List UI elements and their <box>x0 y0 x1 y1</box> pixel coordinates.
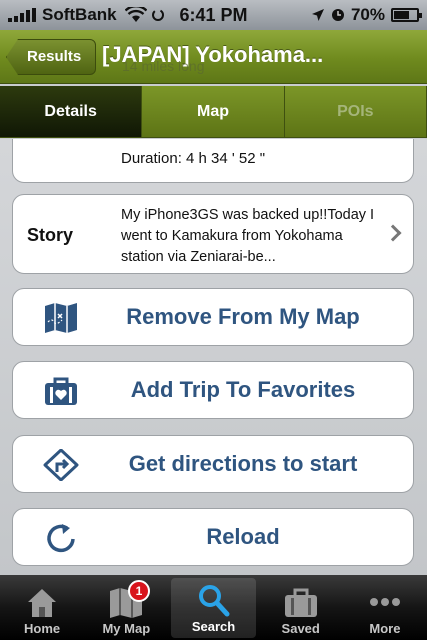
wifi-icon <box>124 7 147 22</box>
magnifier-icon <box>198 585 229 617</box>
signal-strength-icon <box>8 8 36 22</box>
tabbar-item-home[interactable]: Home <box>0 575 84 640</box>
story-row[interactable]: Story My iPhone3GS was backed up!!Today … <box>12 194 414 274</box>
house-icon <box>28 589 57 617</box>
status-bar: SoftBank 6:41 PM 70% <box>0 0 427 30</box>
remove-from-my-map-label: Remove From My Map <box>126 304 360 329</box>
segmented-tabs: Details Map POIs <box>0 86 427 138</box>
tabbar-search-label: Search <box>191 619 236 634</box>
tab-pois[interactable]: POIs <box>284 86 427 137</box>
bottom-tab-bar: Home 1 My Map Search Saved More <box>0 575 427 640</box>
results-back-button[interactable]: Results <box>6 39 97 75</box>
directions-sign-icon <box>43 449 79 481</box>
tabbar-item-my-map[interactable]: 1 My Map <box>84 575 168 640</box>
location-arrow-icon <box>311 9 324 21</box>
details-content[interactable]: Duration: 4 h 34 ' 52 " Story My iPhone3… <box>0 139 427 575</box>
reload-icon <box>47 524 75 553</box>
remove-from-my-map-button[interactable]: Remove From My Map <box>12 288 414 346</box>
add-trip-to-favorites-button[interactable]: Add Trip To Favorites <box>12 361 414 419</box>
obscured-distance-text: 14 miles long <box>122 58 205 74</box>
folded-map-icon <box>45 303 77 333</box>
tabbar-more-label: More <box>369 621 401 636</box>
briefcase-heart-icon <box>45 377 77 405</box>
tabbar-my-map-label: My Map <box>102 621 151 636</box>
tab-map[interactable]: Map <box>142 86 285 137</box>
reload-label: Reload <box>206 524 280 549</box>
more-dots-icon <box>369 598 400 606</box>
my-map-badge: 1 <box>127 580 150 602</box>
get-directions-button[interactable]: Get directions to start <box>12 435 414 493</box>
duration-card: Duration: 4 h 34 ' 52 " <box>12 139 414 183</box>
tabbar-item-saved[interactable]: Saved <box>259 575 343 640</box>
add-trip-to-favorites-label: Add Trip To Favorites <box>130 377 356 402</box>
briefcase-icon <box>284 588 317 617</box>
battery-icon <box>391 8 422 22</box>
get-directions-label: Get directions to start <box>128 451 358 476</box>
tabbar-item-search[interactable]: Search <box>171 578 256 638</box>
sync-icon <box>151 9 164 21</box>
navigation-bar: Results [JAPAN] Yokohama... <box>0 30 427 84</box>
battery-percent: 70% <box>350 5 385 24</box>
alarm-clock-icon <box>331 9 344 21</box>
story-label: Story <box>27 225 74 245</box>
reload-button[interactable]: Reload <box>12 508 414 566</box>
battery-fill <box>394 11 410 19</box>
duration-value: Duration: 4 h 34 ' 52 " <box>121 150 266 167</box>
chevron-right-icon <box>384 224 402 242</box>
tabbar-home-label: Home <box>24 621 61 636</box>
tab-details[interactable]: Details <box>0 86 143 137</box>
story-text: My iPhone3GS was backed up!!Today I went… <box>121 207 375 265</box>
carrier-name: SoftBank <box>42 5 117 24</box>
tabbar-saved-label: Saved <box>281 621 320 636</box>
tabbar-item-more[interactable]: More <box>343 575 427 640</box>
